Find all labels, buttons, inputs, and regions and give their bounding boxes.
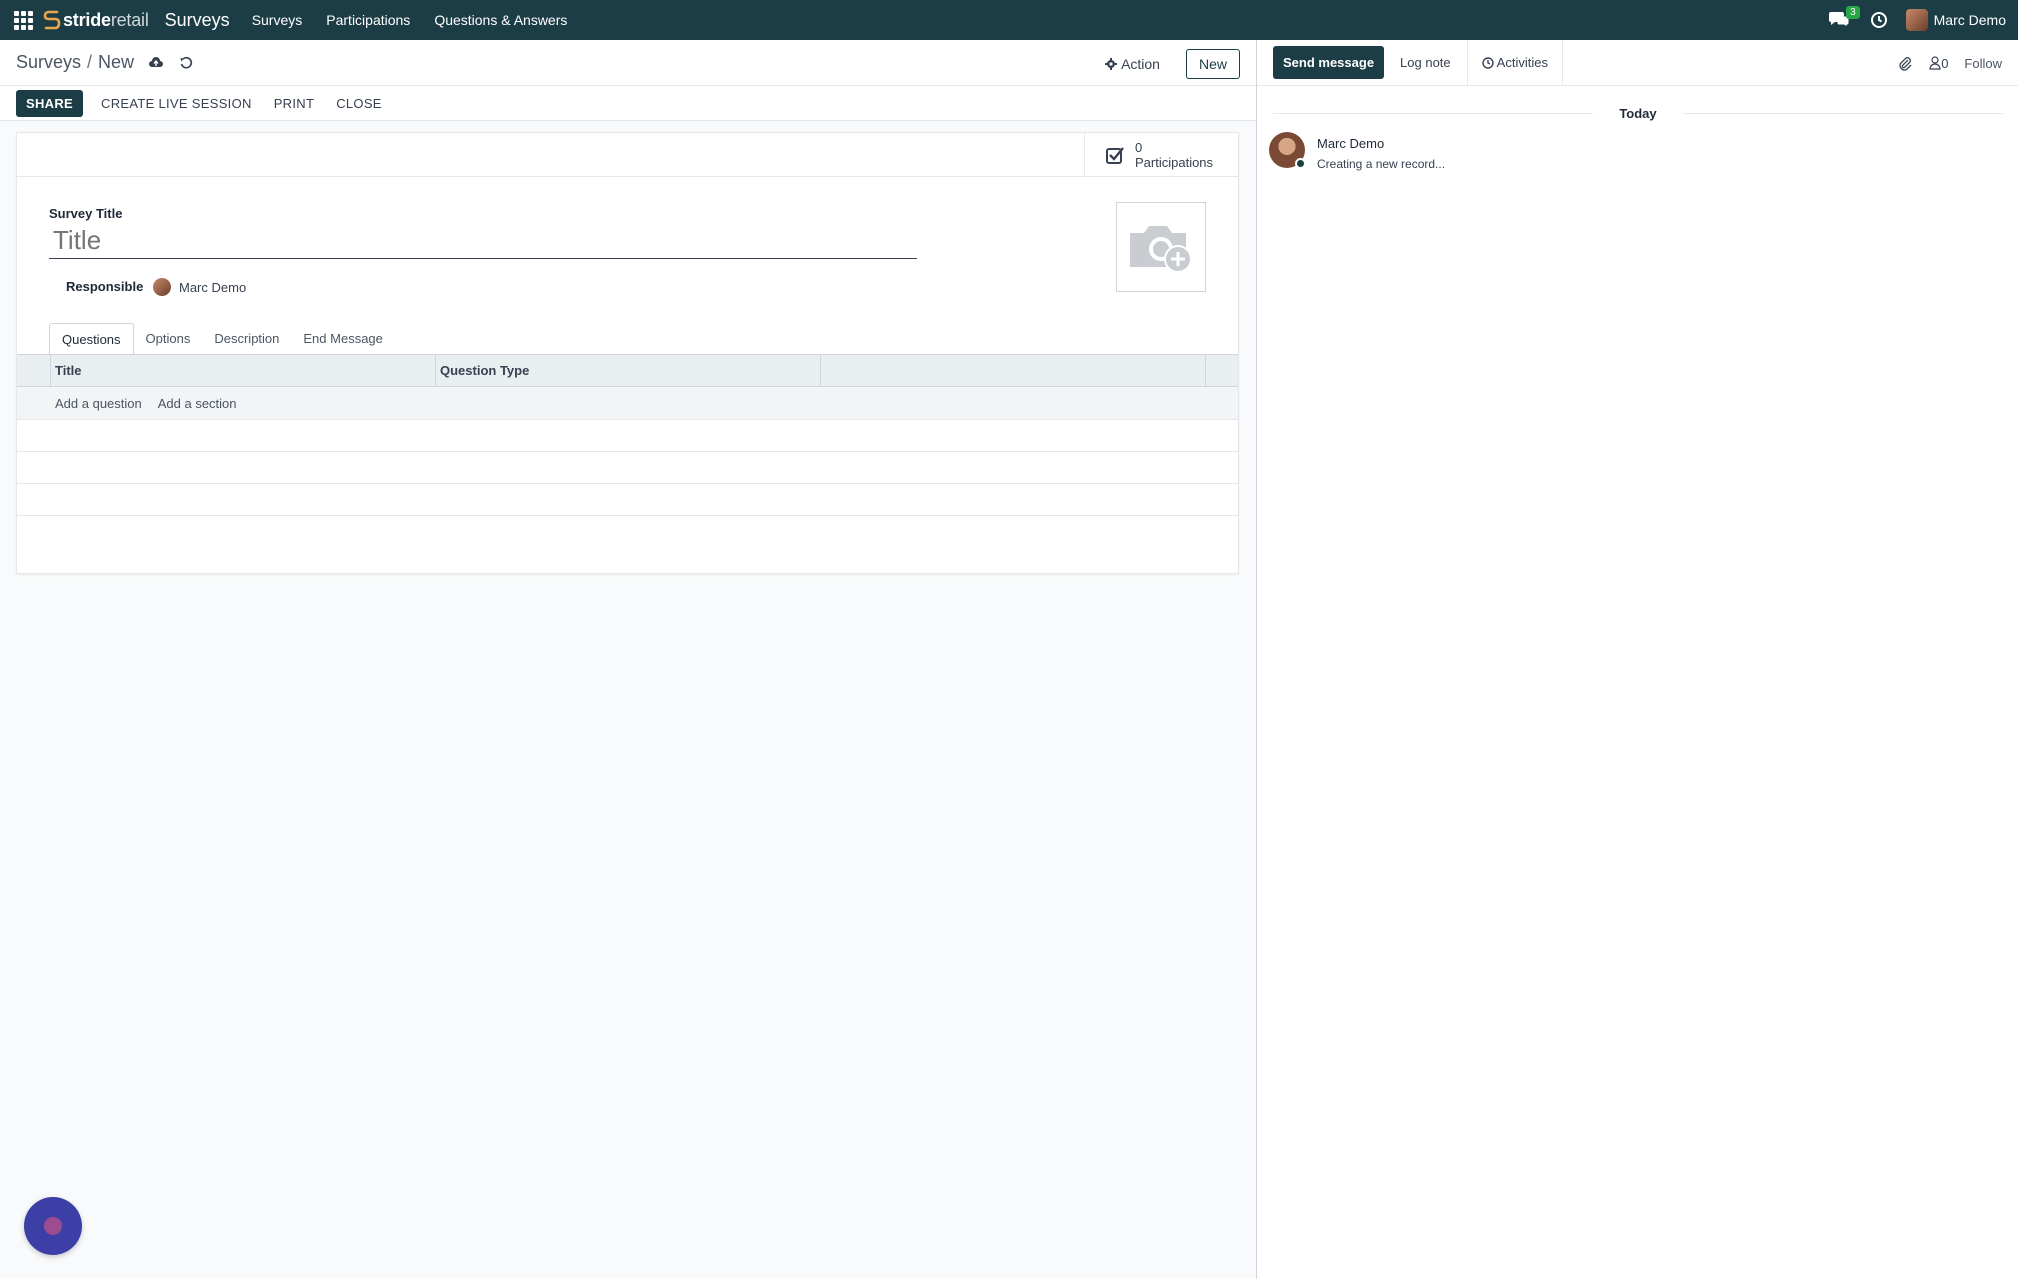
messaging-button[interactable]: 3 [1828, 6, 1860, 32]
brand-text-bold: stride [63, 9, 111, 30]
top-navbar: strideretail Surveys Surveys Participati… [0, 0, 2018, 40]
tab-options[interactable]: Options [134, 323, 203, 355]
responsible-label: Responsible [66, 279, 144, 294]
nav-menu: Surveys Participations Questions & Answe… [240, 12, 580, 28]
floating-assistant-button[interactable] [24, 1197, 82, 1255]
responsible-field[interactable]: Marc Demo [153, 278, 246, 296]
online-status-icon [1295, 158, 1306, 169]
menu-item-participations[interactable]: Participations [326, 12, 410, 28]
survey-title-label: Survey Title [49, 206, 123, 221]
message-author-avatar[interactable] [1269, 132, 1306, 169]
control-panel: Surveys / New Action New [0, 40, 1256, 86]
save-cloud-icon[interactable] [148, 55, 164, 71]
column-header-extra [821, 355, 1206, 386]
add-question-link[interactable]: Add a question [55, 396, 142, 411]
tab-questions[interactable]: Questions [49, 323, 134, 355]
followers-button[interactable]: 0 [1929, 56, 1948, 71]
user-name[interactable]: Marc Demo [1934, 12, 2006, 28]
button-box: 0 Participations [17, 133, 1238, 177]
handle-column-header [17, 355, 51, 386]
create-live-session-button[interactable]: CREATE LIVE SESSION [97, 90, 256, 117]
questions-table: Title Question Type Add a question Add a… [17, 355, 1238, 516]
chatter-message: Marc Demo Creating a new record... [1269, 132, 1445, 171]
activities-label: Activities [1496, 55, 1548, 70]
app-name[interactable]: Surveys [165, 10, 230, 31]
follow-button[interactable]: Follow [1964, 56, 2002, 71]
column-header-question-type[interactable]: Question Type [436, 355, 821, 386]
gear-icon [1105, 58, 1118, 70]
tab-end-message[interactable]: End Message [291, 323, 395, 355]
close-button[interactable]: CLOSE [332, 90, 386, 117]
send-message-button[interactable]: Send message [1273, 46, 1385, 79]
assistant-icon [44, 1217, 62, 1235]
survey-image-upload[interactable] [1116, 202, 1206, 292]
participations-stat-button[interactable]: 0 Participations [1084, 133, 1238, 177]
form-sheet: 0 Participations Survey Title Responsibl… [16, 132, 1239, 574]
user-icon [1929, 56, 1941, 70]
camera-add-icon [1130, 226, 1192, 273]
new-button[interactable]: New [1185, 49, 1240, 79]
breadcrumb: Surveys / New [16, 52, 134, 73]
add-line-row: Add a question Add a section [17, 387, 1238, 420]
breadcrumb-separator: / [87, 52, 93, 72]
tab-description[interactable]: Description [202, 323, 291, 355]
action-label: Action [1121, 56, 1160, 72]
responsible-avatar [153, 278, 171, 296]
action-menu-button[interactable]: Action [1105, 56, 1160, 72]
checkbox-checked-icon [1106, 147, 1124, 164]
breadcrumb-current: New [98, 52, 135, 72]
log-note-button[interactable]: Log note [1384, 39, 1468, 86]
column-header-title[interactable]: Title [51, 355, 436, 386]
discard-undo-icon[interactable] [178, 55, 194, 71]
empty-row [17, 452, 1238, 484]
share-button[interactable]: SHARE [16, 89, 84, 117]
participations-count: 0 [1135, 140, 1143, 155]
add-section-link[interactable]: Add a section [158, 396, 237, 411]
menu-item-questions-answers[interactable]: Questions & Answers [434, 12, 567, 28]
notebook-tabs: Questions Options Description End Messag… [49, 323, 395, 355]
survey-title-input[interactable] [49, 223, 917, 259]
followers-count: 0 [1941, 55, 1949, 71]
form-statusbar: SHARE CREATE LIVE SESSION PRINT CLOSE [0, 86, 1256, 121]
stride-logo-icon [43, 10, 61, 30]
menu-item-surveys[interactable]: Surveys [252, 12, 303, 28]
message-body: Creating a new record... [1317, 157, 1446, 171]
breadcrumb-parent[interactable]: Surveys [16, 52, 81, 72]
chat-badge: 3 [1846, 6, 1860, 19]
chatter-panel: Send message Log note Activities 0 Follo… [1256, 39, 2018, 1279]
activity-clock-icon[interactable] [1870, 11, 1888, 29]
activities-button[interactable]: Activities [1468, 39, 1563, 86]
empty-row [17, 420, 1238, 452]
navbar-systray: 3 Marc Demo [1828, 0, 2018, 40]
message-author[interactable]: Marc Demo [1317, 136, 1445, 151]
clock-icon [1481, 56, 1494, 69]
participations-label: Participations [1135, 155, 1214, 170]
apps-grid-icon[interactable] [12, 9, 34, 31]
brand-logo[interactable]: strideretail [43, 9, 149, 31]
table-header: Title Question Type [17, 355, 1238, 387]
empty-row [17, 484, 1238, 516]
date-separator: Today [1619, 106, 1657, 121]
user-avatar[interactable] [1905, 9, 1928, 31]
paperclip-icon[interactable] [1897, 55, 1913, 71]
brand-text-light: retail [110, 9, 149, 30]
responsible-name: Marc Demo [179, 279, 247, 295]
print-button[interactable]: PRINT [270, 90, 319, 117]
chatter-topbar: Send message Log note Activities 0 Follo… [1257, 39, 2018, 86]
